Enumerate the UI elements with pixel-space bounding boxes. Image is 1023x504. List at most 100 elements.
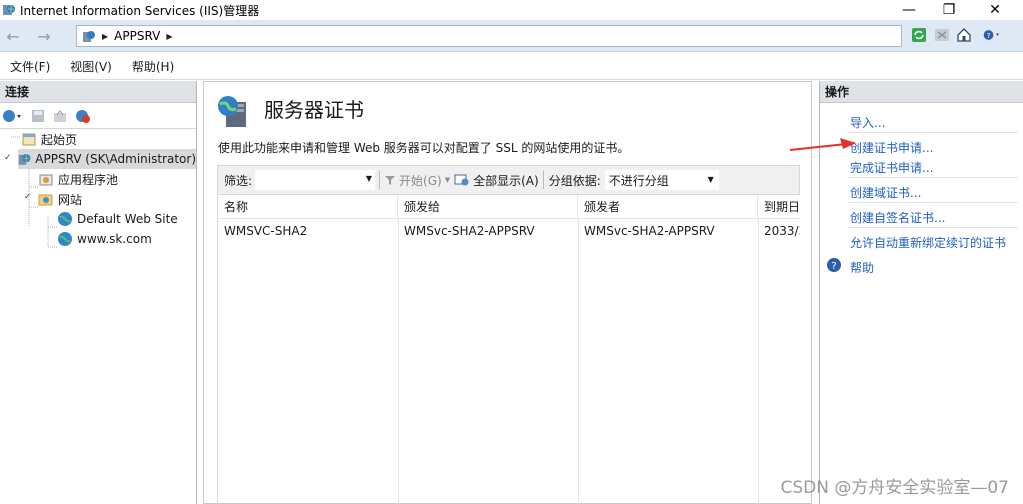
dropdown-arrow-icon[interactable]: ▼ [366,174,372,183]
cell-expiry: 2033/3 [764,224,800,238]
home-icon[interactable] [955,26,973,44]
tree-item-site-sk[interactable]: www.sk.com [57,229,152,249]
group-by-value: 不进行分组 [608,173,669,188]
iis-app-icon [3,5,15,15]
collapse-arrow-icon[interactable]: ✓ [24,192,32,202]
table-row[interactable]: WMSVC-SHA2 WMSvc-SHA2-APPSRV WMSvc-SHA2-… [218,219,800,243]
column-divider [758,219,759,504]
forward-arrow-icon[interactable]: → [34,26,54,46]
menu-view[interactable]: 视图(V) [60,58,122,75]
breadcrumb-item-appsrv[interactable]: APPSRV [114,29,160,43]
menu-file[interactable]: 文件(F) [0,58,60,75]
separator [542,171,544,189]
column-header-expiry[interactable]: 到期日 [758,195,800,218]
breadcrumb-arrow-icon[interactable]: ▶ [166,32,172,41]
group-by-select[interactable]: 不进行分组 ▼ [604,170,719,190]
filter-bar: 筛选: ▼ 开始(G) ▼ 全部显示(A) 分组依据: 不进行分组 ▼ [217,165,800,195]
column-divider [578,219,579,504]
page-description: 使用此功能来申请和管理 Web 服务器可以对配置了 SSL 的网站使用的证书。 [218,141,630,155]
filter-label: 筛选: [224,173,253,188]
connections-toolbar [0,103,196,129]
globe-icon [58,212,72,226]
action-complete-cert-request[interactable]: 完成证书申请... [850,159,933,176]
tree-label: Default Web Site [77,212,178,226]
actions-header: 操作 [820,81,1023,103]
connections-panel: 连接 起始页 ✓ APPSRV (SK\Administrator) 应用程序池… [0,81,197,504]
funnel-icon [385,176,396,185]
save-icon[interactable] [30,108,46,124]
cell-issued-to: WMSvc-SHA2-APPSRV [404,224,535,238]
action-help[interactable]: 帮助 [850,259,874,276]
table-header: 名称 ^ 颁发给 颁发者 到期日 [218,195,800,219]
refresh-icon[interactable] [910,26,928,44]
action-create-self-signed-cert[interactable]: 创建自签名证书... [850,209,945,226]
column-header-issued-to[interactable]: 颁发给 [398,195,578,218]
server-icon [83,31,95,42]
annotation-arrow-icon [789,138,856,151]
dropdown-arrow-icon[interactable]: ▼ [708,175,714,184]
show-all-icon [454,174,469,186]
tree-item-sites[interactable]: 网站 [38,189,82,209]
breadcrumb-arrow-icon[interactable]: ▶ [102,32,108,41]
group-by-label: 分组依据: [548,173,601,188]
start-filter-label: 开始(G) [399,173,442,188]
separator [848,202,1018,203]
svg-text:?: ? [831,261,836,272]
separator [848,177,1018,178]
globe-icon [58,232,72,246]
tree-item-start-page[interactable]: 起始页 [21,129,77,149]
column-header-issuer[interactable]: 颁发者 [578,195,758,218]
sort-up-icon: ^ [303,195,311,202]
dropdown-arrow-icon[interactable]: ▼ [445,176,450,184]
stop-icon[interactable] [933,26,951,44]
back-arrow-icon[interactable]: ← [3,26,23,46]
disconnect-icon[interactable] [74,108,92,124]
menu-help[interactable]: 帮助(H) [122,58,184,75]
folder-globe-icon [38,194,53,206]
window-title: Internet Information Services (IIS)管理器 [20,3,260,18]
start-filter-button[interactable]: 开始(G) ▼ [384,172,450,189]
help-icon[interactable]: ? [826,257,842,273]
tree-label: 网站 [58,192,83,207]
column-header-name[interactable]: 名称 ^ [218,195,398,218]
separator [848,132,1018,133]
action-create-cert-request[interactable]: 创建证书申请... [850,139,933,156]
breadcrumb[interactable]: ▶ APPSRV ▶ [76,25,902,47]
certificates-table: 名称 ^ 颁发给 颁发者 到期日 WMSVC-SHA2 WMSvc-SHA2-A… [217,195,800,504]
tree-label: 应用程序池 [58,172,119,187]
start-page-icon [22,133,36,146]
column-divider [398,219,399,504]
tree-label: APPSRV (SK\Administrator) [35,152,196,166]
server-icon [18,154,31,165]
connect-icon[interactable] [2,108,24,124]
main-content: 服务器证书 使用此功能来申请和管理 Web 服务器可以对配置了 SSL 的网站使… [203,81,812,504]
separator [379,171,381,189]
tree-item-site-default[interactable]: Default Web Site [57,209,178,229]
address-bar: ← → ▶ APPSRV ▶ ? [0,20,1023,52]
separator [848,227,1018,228]
cell-name: WMSVC-SHA2 [224,224,308,238]
close-button[interactable]: ✕ [972,0,1018,20]
up-level-icon[interactable] [52,108,68,124]
page-title: 服务器证书 [264,98,364,122]
tree-item-app-pools[interactable]: 应用程序池 [38,169,118,189]
connections-header: 连接 [0,81,196,103]
cell-issuer: WMSvc-SHA2-APPSRV [584,224,715,238]
help-dropdown-icon[interactable]: ? [983,26,1001,44]
app-pool-icon [39,174,53,186]
action-create-domain-cert[interactable]: 创建域证书... [850,184,921,201]
show-all-button[interactable]: 全部显示(A) [454,172,539,189]
watermark: CSDN @方舟安全实验室—07 [780,478,1009,498]
action-auto-rebind[interactable]: 允许自动重新绑定续订的证书 [850,234,1006,251]
svg-text:?: ? [987,32,991,40]
tree-item-server[interactable]: APPSRV (SK\Administrator) [18,149,196,169]
restore-button[interactable]: ❐ [926,0,972,20]
collapse-arrow-icon[interactable]: ✓ [4,153,12,163]
show-all-label: 全部显示(A) [473,173,539,188]
menu-bar: 文件(F) 视图(V) 帮助(H) [0,53,1023,80]
tree-label: www.sk.com [77,232,152,246]
action-import[interactable]: 导入... [850,114,885,131]
filter-input[interactable]: ▼ [255,170,376,190]
server-certificates-icon [218,96,246,127]
column-header-label: 名称 [224,200,249,214]
